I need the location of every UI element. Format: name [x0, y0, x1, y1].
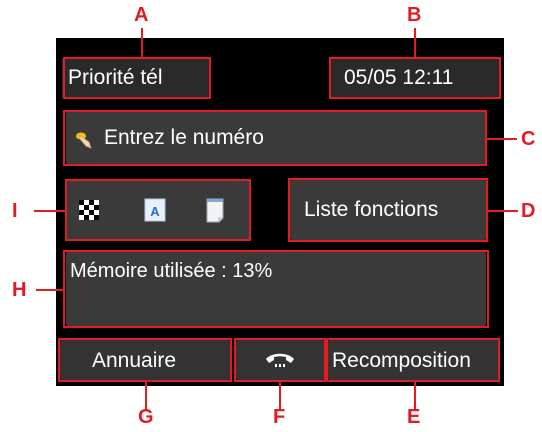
leader-b [414, 28, 416, 58]
callout-label-c: C [521, 128, 536, 150]
resolution-icon[interactable] [76, 196, 102, 224]
datetime-label: 05/05 12:11 [344, 66, 454, 89]
directory-label: Annuaire [92, 349, 177, 372]
callout-label-i: I [12, 200, 18, 222]
number-entry-placeholder: Entrez le numéro [104, 126, 264, 149]
svg-text:A: A [150, 204, 160, 219]
hook-button[interactable] [236, 340, 324, 380]
quick-settings-group: A [66, 180, 250, 240]
leader-d [488, 210, 518, 212]
leader-h [36, 289, 63, 291]
directory-button[interactable]: Annuaire [60, 340, 230, 380]
leader-a [141, 28, 143, 58]
function-list-button[interactable]: Liste fonctions [290, 180, 486, 240]
callout-label-h: H [12, 279, 27, 301]
mode-panel: Priorité tél [62, 58, 210, 98]
callout-label-d: D [521, 200, 536, 222]
mode-label: Priorité tél [68, 66, 163, 89]
callout-label-e: E [407, 406, 421, 428]
leader-c [487, 138, 517, 140]
callout-label-a: A [134, 4, 149, 26]
redial-label: Recomposition [332, 349, 471, 372]
memory-status-panel: Mémoire utilisée : 13% [66, 252, 486, 326]
number-entry-field[interactable]: Entrez le numéro [66, 112, 486, 164]
phone-handset-icon [264, 350, 296, 370]
scan-size-icon[interactable] [202, 196, 228, 224]
finger-touch-icon [74, 128, 96, 150]
leader-i [34, 210, 65, 212]
memory-status-text: Mémoire utilisée : 13% [70, 260, 273, 282]
callout-label-b: B [407, 4, 422, 26]
function-list-label: Liste fonctions [304, 198, 439, 221]
datetime-panel: 05/05 12:11 [330, 58, 500, 98]
callout-label-g: G [138, 406, 154, 428]
contrast-icon[interactable]: A [142, 196, 168, 224]
callout-label-f: F [273, 406, 286, 428]
redial-button[interactable]: Recomposition [328, 340, 498, 380]
